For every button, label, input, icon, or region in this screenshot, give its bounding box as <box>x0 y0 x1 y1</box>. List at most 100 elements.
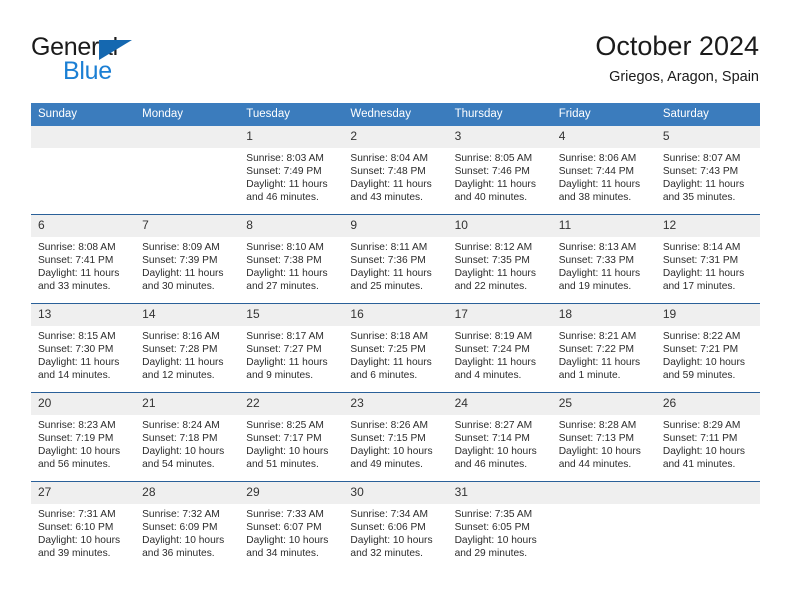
day-cell[interactable]: 10 Sunrise: 8:12 AM Sunset: 7:35 PM Dayl… <box>447 214 552 304</box>
weekday-header-row: Sunday Monday Tuesday Wednesday Thursday… <box>31 103 760 126</box>
general-blue-logo[interactable]: General Blue <box>31 34 221 84</box>
day-info: Sunrise: 8:26 AM Sunset: 7:15 PM Dayligh… <box>343 415 447 471</box>
day-cell[interactable]: 25 Sunrise: 8:28 AM Sunset: 7:13 PM Dayl… <box>551 392 656 482</box>
day-cell[interactable]: 28 Sunrise: 7:32 AM Sunset: 6:09 PM Dayl… <box>135 481 240 570</box>
sunset-text: Sunset: 7:36 PM <box>350 255 426 267</box>
weekday-header-sunday: Sunday <box>31 103 136 126</box>
day-info: Sunrise: 8:17 AM Sunset: 7:27 PM Dayligh… <box>239 326 343 382</box>
weekday-header-thursday: Thursday <box>447 103 552 126</box>
sunset-text: Sunset: 7:15 PM <box>350 433 426 445</box>
day-number: 29 <box>239 482 344 504</box>
daylight-text-line2: and 41 minutes. <box>662 459 736 471</box>
calendar-page: General Blue October 2024 Griegos, Arago… <box>0 0 792 612</box>
sunset-text: Sunset: 6:07 PM <box>246 522 322 534</box>
day-cell[interactable]: 30 Sunrise: 7:34 AM Sunset: 6:06 PM Dayl… <box>343 481 448 570</box>
day-cell[interactable]: 21 Sunrise: 8:24 AM Sunset: 7:18 PM Dayl… <box>135 392 240 482</box>
day-cell[interactable]: 11 Sunrise: 8:13 AM Sunset: 7:33 PM Dayl… <box>551 214 656 304</box>
sunrise-text: Sunrise: 8:15 AM <box>38 331 116 342</box>
sunrise-text: Sunrise: 8:04 AM <box>350 153 429 164</box>
day-cell[interactable]: 6 Sunrise: 8:08 AM Sunset: 7:41 PM Dayli… <box>31 214 136 304</box>
day-number: 10 <box>447 215 552 237</box>
day-cell[interactable] <box>551 481 656 570</box>
weekday-header-tuesday: Tuesday <box>239 103 344 126</box>
day-info: Sunrise: 8:23 AM Sunset: 7:19 PM Dayligh… <box>31 415 135 471</box>
sunset-text: Sunset: 7:35 PM <box>454 255 530 267</box>
day-cell[interactable]: 18 Sunrise: 8:21 AM Sunset: 7:22 PM Dayl… <box>551 303 656 393</box>
day-cell[interactable]: 15 Sunrise: 8:17 AM Sunset: 7:27 PM Dayl… <box>239 303 344 393</box>
sunset-text: Sunset: 7:19 PM <box>38 433 114 445</box>
day-info: Sunrise: 8:04 AM Sunset: 7:48 PM Dayligh… <box>343 148 447 204</box>
day-cell[interactable]: 17 Sunrise: 8:19 AM Sunset: 7:24 PM Dayl… <box>447 303 552 393</box>
daylight-text-line1: Daylight: 10 hours <box>454 446 537 458</box>
daylight-text-line2: and 12 minutes. <box>142 370 215 382</box>
day-cell[interactable]: 31 Sunrise: 7:35 AM Sunset: 6:05 PM Dayl… <box>447 481 552 570</box>
day-cell[interactable]: 20 Sunrise: 8:23 AM Sunset: 7:19 PM Dayl… <box>31 392 136 482</box>
day-cell[interactable]: 8 Sunrise: 8:10 AM Sunset: 7:38 PM Dayli… <box>239 214 344 304</box>
day-cell[interactable]: 9 Sunrise: 8:11 AM Sunset: 7:36 PM Dayli… <box>343 214 448 304</box>
daylight-text-line2: and 36 minutes. <box>142 548 215 560</box>
day-cell[interactable]: 2 Sunrise: 8:04 AM Sunset: 7:48 PM Dayli… <box>343 126 448 215</box>
day-cell[interactable]: 19 Sunrise: 8:22 AM Sunset: 7:21 PM Dayl… <box>655 303 760 393</box>
sunset-text: Sunset: 7:31 PM <box>662 255 739 267</box>
daylight-text-line1: Daylight: 10 hours <box>246 535 329 547</box>
day-info <box>135 148 239 152</box>
daylight-text-line2: and 54 minutes. <box>142 459 215 471</box>
sunset-text: Sunset: 7:38 PM <box>246 255 322 267</box>
day-cell[interactable]: 1 Sunrise: 8:03 AM Sunset: 7:49 PM Dayli… <box>239 126 344 215</box>
sunset-text: Sunset: 7:18 PM <box>142 433 218 445</box>
page-header: General Blue October 2024 Griegos, Arago… <box>0 0 792 100</box>
sunset-text: Sunset: 7:27 PM <box>246 344 322 356</box>
day-cell[interactable]: 23 Sunrise: 8:26 AM Sunset: 7:15 PM Dayl… <box>343 392 448 482</box>
day-cell[interactable]: 27 Sunrise: 7:31 AM Sunset: 6:10 PM Dayl… <box>31 481 136 570</box>
day-cell[interactable]: 12 Sunrise: 8:14 AM Sunset: 7:31 PM Dayl… <box>655 214 760 304</box>
sunrise-text: Sunrise: 8:16 AM <box>142 331 220 342</box>
day-cell[interactable]: 29 Sunrise: 7:33 AM Sunset: 6:07 PM Dayl… <box>239 481 344 570</box>
day-cell[interactable] <box>655 481 760 570</box>
sunrise-text: Sunrise: 8:19 AM <box>454 331 533 342</box>
sunrise-text: Sunrise: 7:33 AM <box>246 509 324 520</box>
daylight-text-line1: Daylight: 10 hours <box>38 535 121 547</box>
daylight-text-line2: and 27 minutes. <box>246 281 319 293</box>
sunset-text: Sunset: 7:30 PM <box>38 344 114 356</box>
day-number: 31 <box>447 482 552 504</box>
day-info <box>31 148 135 152</box>
daylight-text-line2: and 44 minutes. <box>558 459 632 471</box>
day-cell[interactable]: 3 Sunrise: 8:05 AM Sunset: 7:46 PM Dayli… <box>447 126 552 215</box>
sunrise-text: Sunrise: 8:03 AM <box>246 153 324 164</box>
sunrise-text: Sunrise: 7:34 AM <box>350 509 429 520</box>
day-cell[interactable]: 22 Sunrise: 8:25 AM Sunset: 7:17 PM Dayl… <box>239 392 344 482</box>
daylight-text-line2: and 46 minutes. <box>454 459 528 471</box>
day-cell[interactable]: 5 Sunrise: 8:07 AM Sunset: 7:43 PM Dayli… <box>655 126 760 215</box>
day-number: 30 <box>343 482 448 504</box>
day-number: 15 <box>239 304 344 326</box>
daylight-text-line2: and 4 minutes. <box>454 370 522 382</box>
day-cell[interactable]: 26 Sunrise: 8:29 AM Sunset: 7:11 PM Dayl… <box>655 392 760 482</box>
day-info: Sunrise: 8:29 AM Sunset: 7:11 PM Dayligh… <box>656 415 760 471</box>
day-cell[interactable]: 4 Sunrise: 8:06 AM Sunset: 7:44 PM Dayli… <box>551 126 656 215</box>
day-cell[interactable]: 24 Sunrise: 8:27 AM Sunset: 7:14 PM Dayl… <box>447 392 552 482</box>
daylight-text-line2: and 49 minutes. <box>350 459 423 471</box>
day-cell[interactable]: 13 Sunrise: 8:15 AM Sunset: 7:30 PM Dayl… <box>31 303 136 393</box>
daylight-text-line1: Daylight: 10 hours <box>142 535 225 547</box>
daylight-text-line2: and 33 minutes. <box>38 281 111 293</box>
day-info: Sunrise: 8:22 AM Sunset: 7:21 PM Dayligh… <box>656 326 760 382</box>
day-number: 20 <box>31 393 136 415</box>
day-number: 3 <box>447 126 552 148</box>
day-info: Sunrise: 8:25 AM Sunset: 7:17 PM Dayligh… <box>239 415 343 471</box>
daylight-text-line2: and 30 minutes. <box>142 281 215 293</box>
daylight-text-line1: Daylight: 11 hours <box>246 179 328 191</box>
day-cell[interactable] <box>31 126 136 215</box>
day-cell[interactable]: 14 Sunrise: 8:16 AM Sunset: 7:28 PM Dayl… <box>135 303 240 393</box>
day-cell[interactable] <box>135 126 240 215</box>
day-number: 9 <box>343 215 448 237</box>
daylight-text-line1: Daylight: 11 hours <box>350 357 432 369</box>
daylight-text-line1: Daylight: 10 hours <box>454 535 537 547</box>
sunrise-text: Sunrise: 8:12 AM <box>454 242 533 253</box>
daylight-text-line2: and 59 minutes. <box>662 370 736 382</box>
day-info: Sunrise: 7:31 AM Sunset: 6:10 PM Dayligh… <box>31 504 135 560</box>
day-cell[interactable]: 16 Sunrise: 8:18 AM Sunset: 7:25 PM Dayl… <box>343 303 448 393</box>
day-cell[interactable]: 7 Sunrise: 8:09 AM Sunset: 7:39 PM Dayli… <box>135 214 240 304</box>
day-number <box>135 126 240 148</box>
day-info: Sunrise: 8:09 AM Sunset: 7:39 PM Dayligh… <box>135 237 239 293</box>
daylight-text-line2: and 29 minutes. <box>454 548 528 560</box>
